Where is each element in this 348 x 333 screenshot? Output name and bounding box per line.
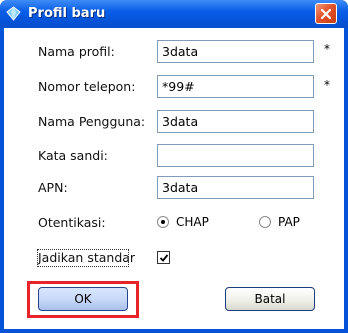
title-bar[interactable]: Profil baru [0,0,348,28]
dialog-client: Nama profil: 3data * Nomor telepon: *99#… [4,28,344,329]
app-diamond-icon [6,6,21,21]
profile-name-field[interactable]: 3data [157,40,314,63]
cancel-button[interactable]: Batal [225,287,315,311]
window-title: Profil baru [28,6,106,21]
auth-chap-radio[interactable] [157,216,169,228]
apn-field[interactable]: 3data [157,176,314,199]
password-label: Kata sandi: [38,148,108,163]
phone-required-mark: * [324,78,330,92]
profile-name-required-mark: * [324,42,330,56]
close-button[interactable] [315,3,337,24]
form-panel: Nama profil: 3data * Nomor telepon: *99#… [4,28,344,329]
auth-pap-radio[interactable] [259,216,271,228]
ok-highlight-box [27,281,139,318]
profile-name-label: Nama profil: [38,44,115,59]
dialog-window: Profil baru Nama profil: 3data * Nomor t… [0,0,348,333]
username-field[interactable]: 3data [157,110,314,133]
checkmark-icon [159,254,169,262]
apn-label: APN: [38,180,68,195]
auth-chap-label[interactable]: CHAP [176,215,209,229]
auth-label: Otentikasi: [38,215,106,230]
username-label: Nama Pengguna: [38,114,146,129]
password-field[interactable] [157,144,314,167]
close-icon [320,8,332,20]
focus-rectangle [37,249,129,267]
default-checkbox[interactable] [157,251,170,264]
phone-label: Nomor telepon: [38,79,136,94]
auth-pap-label[interactable]: PAP [278,215,300,229]
phone-field[interactable]: *99# [157,75,314,98]
